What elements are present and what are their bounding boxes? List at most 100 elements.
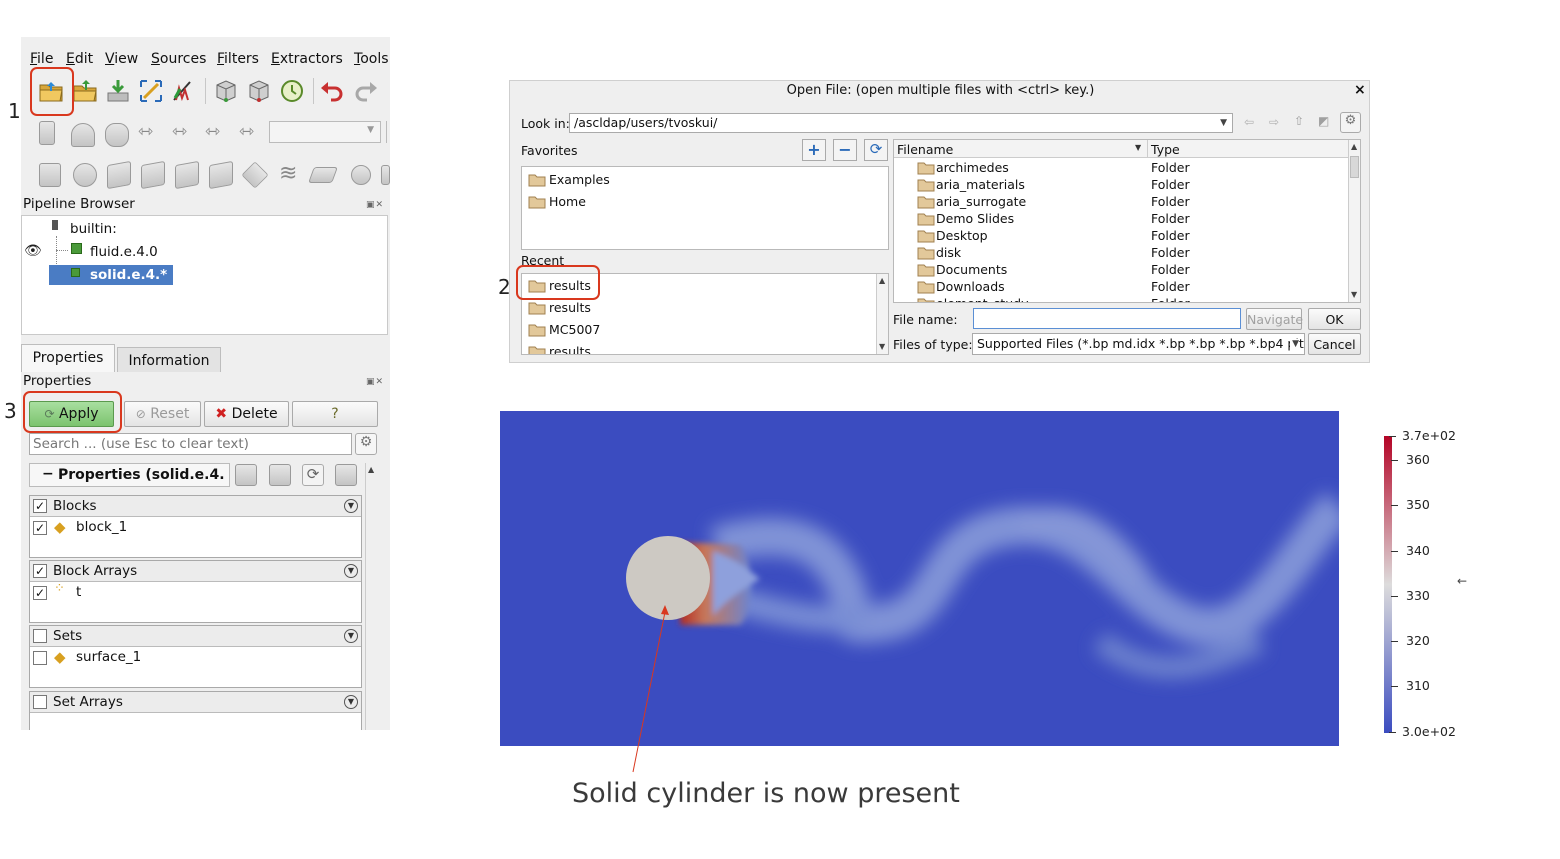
connect-icon[interactable] — [138, 78, 164, 104]
load-state-icon[interactable] — [72, 78, 98, 104]
reset-button[interactable]: ⊘ Reset — [124, 401, 201, 427]
forward-icon[interactable]: ⇨ — [1269, 115, 1279, 129]
dock-float-close-icon[interactable]: ▣✕ — [366, 200, 384, 210]
extract-subset-icon[interactable] — [209, 160, 233, 190]
sets-checkbox[interactable] — [33, 629, 47, 643]
surface1-checkbox[interactable] — [33, 651, 47, 665]
scroll-up-icon[interactable]: ▲ — [1351, 142, 1357, 151]
stream-tracer-icon[interactable]: ≋ — [279, 161, 297, 186]
dock-float-close-icon[interactable]: ▣✕ — [366, 377, 384, 387]
look-in-combo[interactable]: /ascldap/users/tvoskui/ ▼ — [569, 113, 1233, 133]
auto-apply-icon[interactable] — [279, 78, 305, 104]
file-row-name[interactable]: Documents — [936, 262, 1007, 277]
remove-favorite-icon[interactable]: − — [833, 139, 857, 161]
rescale-custom-icon[interactable]: ⇿ — [138, 121, 153, 142]
save-data-icon[interactable] — [105, 78, 131, 104]
server-disconnect-icon[interactable] — [246, 78, 272, 104]
color-legend-icon[interactable] — [39, 121, 55, 145]
block-arrays-header[interactable]: ✓ Block Arrays ▼ — [30, 561, 361, 582]
edit-color-map-icon[interactable] — [71, 123, 95, 147]
block-arrays-checkbox[interactable]: ✓ — [33, 564, 47, 578]
gear-icon[interactable]: ⚙ — [355, 433, 377, 455]
recent-scrollbar[interactable]: ▲ ▼ — [876, 274, 888, 354]
navigate-button[interactable]: Navigate — [1246, 308, 1303, 330]
parent-dir-icon[interactable]: ⇧ — [1294, 114, 1304, 128]
column-filename[interactable]: Filename — [897, 142, 953, 157]
calculator-icon[interactable] — [39, 163, 61, 187]
scroll-down-icon[interactable]: ▼ — [879, 342, 885, 351]
rescale-temporal-icon[interactable]: ⇿ — [205, 121, 220, 142]
menu-extractors[interactable]: Extractors — [271, 51, 343, 67]
tab-information[interactable]: Information — [117, 347, 221, 372]
set-arrays-checkbox[interactable] — [33, 695, 47, 709]
blocks-checkbox[interactable]: ✓ — [33, 499, 47, 513]
pipeline-item-solid[interactable]: solid.e.4.* — [90, 267, 167, 283]
filename-input[interactable] — [973, 308, 1241, 329]
add-favorite-icon[interactable]: + — [802, 139, 826, 161]
filetype-combo[interactable]: Supported Files (*.bp md.idx *.bp *.bp *… — [972, 333, 1305, 355]
reload-icon[interactable]: ⟳ — [302, 464, 324, 486]
help-button[interactable]: ? — [292, 401, 378, 427]
properties-scrollbar[interactable]: ▲ — [365, 463, 379, 730]
chevron-down-icon[interactable]: ▼ — [344, 499, 358, 513]
file-row-name[interactable]: Downloads — [936, 279, 1005, 294]
favorite-item-examples[interactable]: Examples — [549, 172, 610, 187]
undo-icon[interactable] — [319, 78, 345, 104]
scroll-up-icon[interactable]: ▲ — [368, 465, 374, 474]
eye-visible-icon[interactable]: 👁 — [24, 243, 42, 259]
threshold-icon[interactable] — [175, 160, 199, 190]
delete-button[interactable]: ✖ Delete — [204, 401, 289, 427]
favorite-item-home[interactable]: Home — [549, 194, 586, 209]
chevron-down-icon[interactable]: ▼ — [344, 629, 358, 643]
copy-icon[interactable] — [235, 464, 257, 486]
array-t-checkbox[interactable]: ✓ — [33, 586, 47, 600]
scroll-up-icon[interactable]: ▲ — [879, 276, 885, 285]
clip-icon[interactable] — [107, 160, 131, 190]
properties-group-header[interactable]: − Properties (solid.e.4. — [29, 463, 230, 487]
block1-checkbox[interactable]: ✓ — [33, 521, 47, 535]
representation-combo[interactable]: ▼ — [269, 121, 381, 143]
chevron-down-icon[interactable]: ▼ — [344, 695, 358, 709]
file-row-name[interactable]: Desktop — [936, 228, 988, 243]
rescale-visible-range-icon[interactable]: ⇿ — [239, 121, 254, 142]
pipeline-item-builtin[interactable]: builtin: — [70, 221, 117, 237]
menu-filters[interactable]: Filters — [217, 51, 259, 67]
set-arrays-header[interactable]: Set Arrays ▼ — [30, 692, 361, 713]
tab-properties[interactable]: Properties — [21, 344, 115, 372]
warp-icon[interactable] — [308, 167, 338, 183]
sets-header[interactable]: Sets ▼ — [30, 626, 361, 647]
paste-icon[interactable] — [269, 464, 291, 486]
file-row-name[interactable]: disk — [936, 245, 961, 260]
menu-sources[interactable]: Sources — [151, 51, 206, 67]
ok-button[interactable]: OK — [1308, 308, 1361, 330]
glyph-icon[interactable] — [241, 161, 269, 189]
scroll-thumb[interactable] — [1350, 156, 1359, 178]
reset-range-icon[interactable] — [105, 123, 129, 147]
file-row-name[interactable]: archimedes — [936, 160, 1009, 175]
redo-icon[interactable] — [353, 78, 379, 104]
rescale-visible-icon[interactable]: ⇿ — [172, 121, 187, 142]
file-row-name[interactable]: Demo Slides — [936, 211, 1014, 226]
menu-edit[interactable]: Edit — [66, 51, 93, 67]
extract-level-icon[interactable] — [381, 165, 390, 185]
file-row-name[interactable]: element_study — [936, 296, 1028, 302]
close-icon[interactable]: × — [1354, 82, 1366, 98]
blocks-header[interactable]: ✓ Blocks ▼ — [30, 496, 361, 517]
recent-item[interactable]: results — [549, 344, 591, 354]
file-row-name[interactable]: aria_materials — [936, 177, 1025, 192]
server-connect-icon[interactable] — [213, 78, 239, 104]
refresh-icon[interactable]: ⟳ — [864, 139, 888, 161]
menu-view[interactable]: View — [105, 51, 138, 67]
group-datasets-icon[interactable] — [351, 165, 371, 185]
new-folder-icon[interactable]: ◩ — [1318, 114, 1329, 128]
menu-file[interactable]: File — [30, 51, 53, 67]
settings-gear-icon[interactable]: ⚙ — [1340, 112, 1361, 133]
recent-item[interactable]: MC5007 — [549, 322, 600, 337]
chevron-down-icon[interactable]: ▼ — [344, 564, 358, 578]
slice-icon[interactable] — [141, 160, 165, 190]
cancel-button[interactable]: Cancel — [1308, 333, 1361, 355]
file-row-name[interactable]: aria_surrogate — [936, 194, 1026, 209]
menu-tools[interactable]: Tools — [354, 51, 389, 67]
back-icon[interactable]: ⇦ — [1244, 115, 1254, 129]
column-type[interactable]: Type — [1151, 142, 1180, 157]
